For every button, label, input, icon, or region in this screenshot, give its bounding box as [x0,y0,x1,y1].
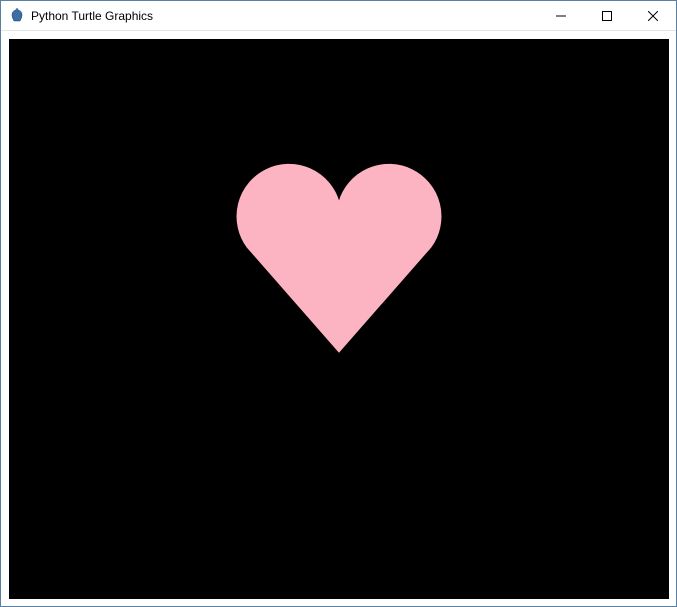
turtle-icon [9,8,25,24]
close-button[interactable] [630,1,676,30]
window-title: Python Turtle Graphics [31,9,538,23]
turtle-canvas [9,39,669,599]
heart-icon [229,157,449,362]
window-controls [538,1,676,30]
window-titlebar: Python Turtle Graphics [1,1,676,31]
minimize-button[interactable] [538,1,584,30]
maximize-button[interactable] [584,1,630,30]
